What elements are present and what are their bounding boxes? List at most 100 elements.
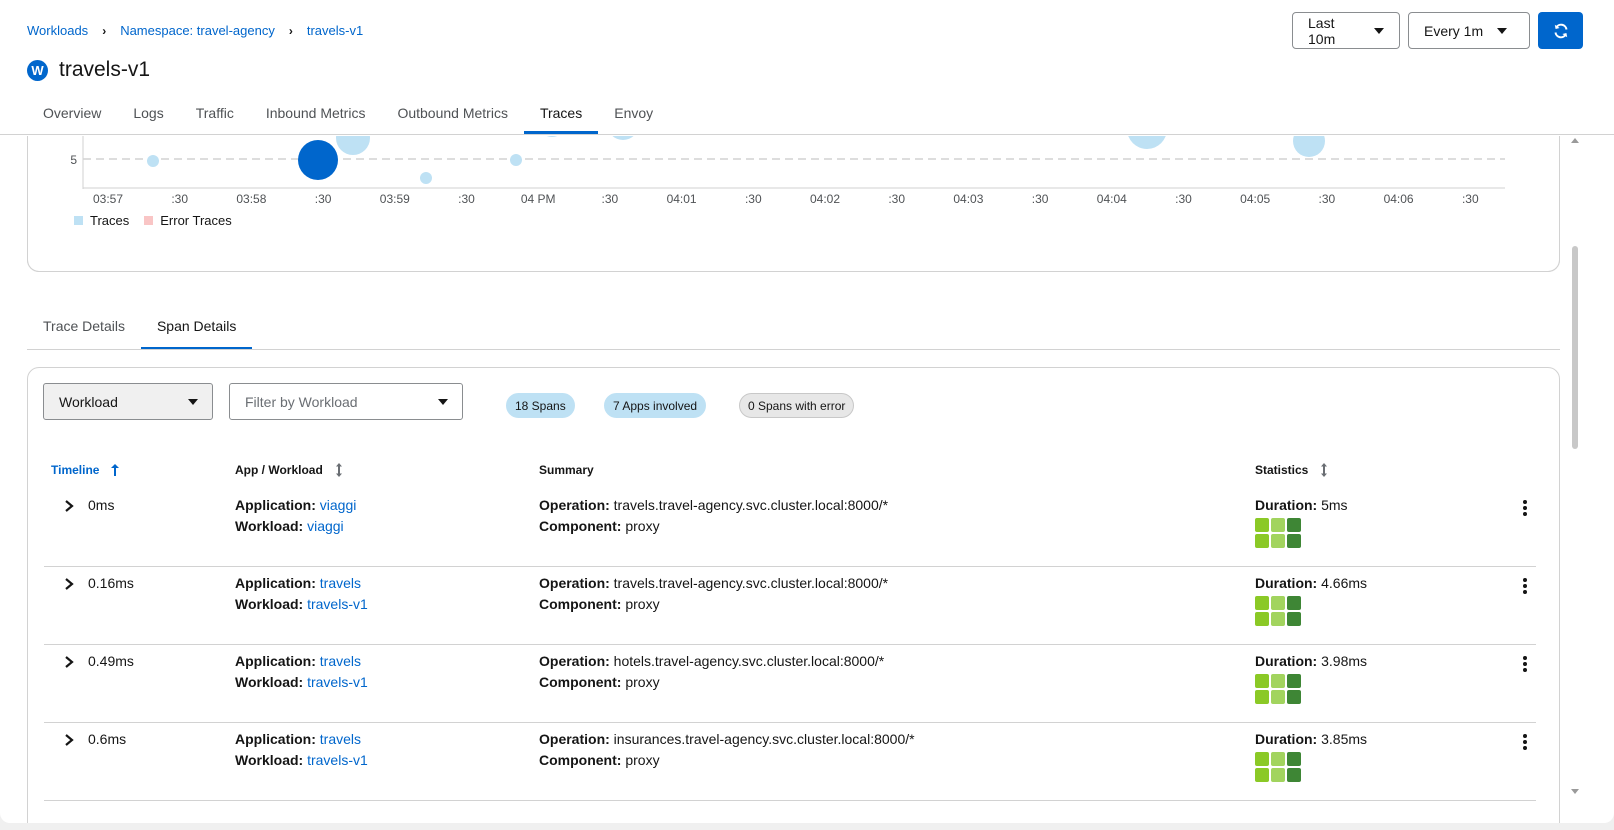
component-value: proxy <box>625 752 660 768</box>
breadcrumb-workloads[interactable]: Workloads <box>27 23 88 38</box>
legend-swatch-error-traces <box>144 216 154 225</box>
duration-line: Duration: 3.85ms <box>1255 731 1367 747</box>
duration-label: Duration: <box>1255 575 1322 591</box>
operation-line: Operation: travels.travel-agency.svc.clu… <box>539 497 888 513</box>
detail-tabs: Trace Details Span Details <box>27 306 253 350</box>
refresh-interval-dropdown[interactable]: Every 1m <box>1408 12 1530 49</box>
time-range-dropdown[interactable]: Last 10m <box>1292 12 1400 49</box>
application-link[interactable]: travels <box>320 731 361 747</box>
duration-heatmap[interactable] <box>1255 674 1301 704</box>
duration-heatmap[interactable] <box>1255 752 1301 782</box>
workload-link[interactable]: travels-v1 <box>307 674 368 690</box>
refresh-interval-value: Every 1m <box>1424 22 1484 39</box>
breadcrumb-namespace[interactable]: Namespace: travel-agency <box>120 23 275 38</box>
sort-icon <box>335 463 342 477</box>
heatmap-cell <box>1255 534 1269 548</box>
duration-heatmap[interactable] <box>1255 518 1301 548</box>
breadcrumb-workload[interactable]: travels-v1 <box>307 23 363 38</box>
kebab-menu-icon[interactable] <box>1523 500 1527 516</box>
tab-traces[interactable]: Traces <box>523 98 599 134</box>
column-header-app-workload[interactable]: App / Workload <box>235 463 343 477</box>
component-label: Component: <box>539 596 626 612</box>
filter-type-value: Workload <box>59 393 118 410</box>
chevron-right-icon[interactable] <box>64 500 74 512</box>
application-line: Application: travels <box>235 731 361 747</box>
table-row: 0ms Application: viaggi Workload: viaggi… <box>44 489 1536 567</box>
page-scrollbar[interactable] <box>1569 136 1581 796</box>
heatmap-cell <box>1287 534 1301 548</box>
caret-down-icon <box>188 398 198 405</box>
workload-label: Workload: <box>235 518 308 534</box>
application-link[interactable]: travels <box>320 653 361 669</box>
heatmap-cell <box>1255 596 1269 610</box>
operation-label: Operation: <box>539 731 614 747</box>
application-link[interactable]: travels <box>320 575 361 591</box>
column-header-label: Timeline <box>51 463 100 477</box>
workload-link[interactable]: viaggi <box>307 518 344 534</box>
span-start-time: 0ms <box>88 497 115 513</box>
workload-tabs: Overview Logs Traffic Inbound Metrics Ou… <box>27 98 669 134</box>
tab-logs[interactable]: Logs <box>117 98 179 134</box>
heatmap-cell <box>1271 534 1285 548</box>
application-label: Application: <box>235 653 320 669</box>
duration-heatmap[interactable] <box>1255 596 1301 626</box>
heatmap-cell <box>1271 612 1285 626</box>
application-line: Application: viaggi <box>235 497 356 513</box>
column-header-label: App / Workload <box>235 463 323 477</box>
spans-count-badge: 18 Spans <box>506 393 575 418</box>
span-start-time: 0.49ms <box>88 653 134 669</box>
legend-item-error-traces[interactable]: Error Traces <box>144 213 232 228</box>
column-header-timeline[interactable]: Timeline <box>51 463 120 477</box>
traces-chart-card-border <box>27 136 1560 272</box>
chart-legend: Traces Error Traces <box>74 213 247 228</box>
tab-span-details[interactable]: Span Details <box>140 306 253 350</box>
component-line: Component: proxy <box>539 752 660 768</box>
heatmap-cell <box>1271 596 1285 610</box>
workload-link[interactable]: travels-v1 <box>307 752 368 768</box>
heatmap-cell <box>1287 768 1301 782</box>
tab-inbound-metrics[interactable]: Inbound Metrics <box>250 98 382 134</box>
duration-value: 5ms <box>1321 497 1348 513</box>
component-line: Component: proxy <box>539 596 660 612</box>
operation-value: insurances.travel-agency.svc.cluster.loc… <box>613 731 915 747</box>
component-value: proxy <box>625 596 660 612</box>
chevron-right-icon[interactable] <box>64 578 74 590</box>
heatmap-cell <box>1255 612 1269 626</box>
scrollbar-thumb[interactable] <box>1572 246 1578 449</box>
tab-trace-details[interactable]: Trace Details <box>27 306 141 350</box>
scroll-down-arrow-icon[interactable] <box>1571 789 1579 794</box>
chevron-right-icon[interactable] <box>64 656 74 668</box>
scroll-up-arrow-icon[interactable] <box>1571 138 1579 143</box>
page-title: travels-v1 <box>59 58 151 81</box>
application-label: Application: <box>235 497 320 513</box>
heatmap-cell <box>1271 674 1285 688</box>
operation-line: Operation: insurances.travel-agency.svc.… <box>539 731 915 747</box>
legend-label: Traces <box>90 213 130 228</box>
kebab-menu-icon[interactable] <box>1523 578 1527 594</box>
tab-overview[interactable]: Overview <box>27 98 117 134</box>
heatmap-cell <box>1271 752 1285 766</box>
application-link[interactable]: viaggi <box>320 497 357 513</box>
spans-error-badge: 0 Spans with error <box>739 393 855 418</box>
component-line: Component: proxy <box>539 674 660 690</box>
column-header-statistics[interactable]: Statistics <box>1255 463 1328 477</box>
filter-workload-select[interactable]: Filter by Workload <box>229 383 463 420</box>
tab-traffic[interactable]: Traffic <box>180 98 250 134</box>
chevron-right-icon: › <box>288 23 293 38</box>
tab-outbound-metrics[interactable]: Outbound Metrics <box>381 98 524 134</box>
heatmap-cell <box>1271 768 1285 782</box>
tab-envoy[interactable]: Envoy <box>598 98 669 134</box>
chevron-right-icon[interactable] <box>64 734 74 746</box>
workload-line: Workload: travels-v1 <box>235 752 368 768</box>
filter-type-select[interactable]: Workload <box>43 383 213 420</box>
apps-involved-badge: 7 Apps involved <box>604 393 707 418</box>
kebab-menu-icon[interactable] <box>1523 656 1527 672</box>
duration-line: Duration: 3.98ms <box>1255 653 1367 669</box>
workload-link[interactable]: travels-v1 <box>307 596 368 612</box>
workload-details-page: Workloads › Namespace: travel-agency › t… <box>0 0 1614 823</box>
duration-value: 3.98ms <box>1321 653 1368 669</box>
kebab-menu-icon[interactable] <box>1523 734 1527 750</box>
legend-item-traces[interactable]: Traces <box>74 213 129 228</box>
component-value: proxy <box>625 674 660 690</box>
refresh-button[interactable] <box>1538 12 1583 49</box>
